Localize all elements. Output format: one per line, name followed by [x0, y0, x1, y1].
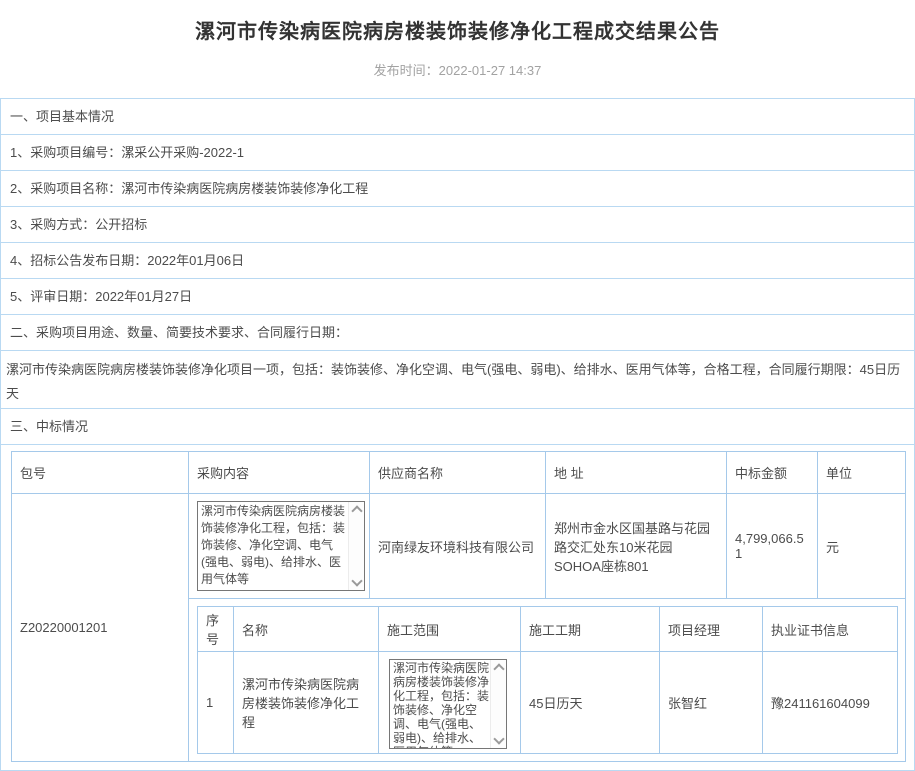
publish-time: 发布时间：2022-01-27 14:37	[0, 60, 915, 79]
field-project-number: 1、采购项目编号：漯采公开采购-2022-1	[1, 135, 914, 171]
col-header-address: 地 址	[546, 452, 727, 494]
col-header-package-no: 包号	[12, 452, 189, 494]
col-header-scope: 施工范围	[379, 607, 521, 652]
package-no-cell: Z20220001201	[12, 494, 189, 762]
col-header-unit: 单位	[818, 452, 906, 494]
construction-scope-textbox[interactable]: 漯河市传染病医院病房楼装饰装修净化工程，包括：装饰装修、净化空调、电气(强电、弱…	[389, 659, 507, 749]
scrollbar-up-icon[interactable]	[493, 663, 504, 674]
scrollbar-down-icon[interactable]	[351, 575, 362, 586]
col-header-manager: 项目经理	[660, 607, 763, 652]
field-purpose-description: 漯河市传染病医院病房楼装饰装修净化项目一项，包括：装饰装修、净化空调、电气(强电…	[1, 351, 914, 409]
field-review-date: 5、评审日期：2022年01月27日	[1, 279, 914, 315]
col-header-duration: 施工工期	[521, 607, 660, 652]
seq-cell: 1	[198, 652, 234, 754]
award-table: 包号 采购内容 供应商名称 地 址 中标金额 单位 Z20220001201 漯…	[11, 451, 906, 762]
col-header-seq: 序号	[198, 607, 234, 652]
address-cell: 郑州市金水区国基路与花园路交汇处东10米花园SOHOA座栋801	[546, 494, 727, 599]
construction-scope-cell: 漯河市传染病医院病房楼装饰装修净化工程，包括：装饰装修、净化空调、电气(强电、弱…	[379, 652, 521, 754]
section-heading-award: 三、中标情况	[1, 409, 914, 445]
license-cell: 豫241161604099	[763, 652, 898, 754]
section-heading-purpose: 二、采购项目用途、数量、简要技术要求、合同履行日期：	[1, 315, 914, 351]
amount-cell: 4,799,066.51	[727, 494, 818, 599]
procurement-content-text: 漯河市传染病医院病房楼装饰装修净化工程，包括：装饰装修、净化空调、电气(强电、弱…	[198, 502, 348, 590]
supplier-cell: 河南绿友环境科技有限公司	[370, 494, 546, 599]
manager-cell: 张智红	[660, 652, 763, 754]
page-title: 漯河市传染病医院病房楼装饰装修净化工程成交结果公告	[0, 0, 915, 44]
field-announcement-date: 4、招标公告发布日期：2022年01月06日	[1, 243, 914, 279]
scrollbar-down-icon[interactable]	[493, 733, 504, 744]
name-cell: 漯河市传染病医院病房楼装饰装修净化工程	[234, 652, 379, 754]
field-project-name: 2、采购项目名称：漯河市传染病医院病房楼装饰装修净化工程	[1, 171, 914, 207]
col-header-amount: 中标金额	[727, 452, 818, 494]
award-table-row: Z20220001201 漯河市传染病医院病房楼装饰装修净化工程，包括：装饰装修…	[12, 494, 906, 599]
scrollbar-up-icon[interactable]	[351, 505, 362, 516]
detail-table-cell: 序号 名称 施工范围 施工工期 项目经理 执业证书信息 1 漯河市传染病医院病房…	[189, 599, 906, 762]
announcement-body: 一、项目基本情况 1、采购项目编号：漯采公开采购-2022-1 2、采购项目名称…	[0, 98, 915, 771]
procurement-content-textbox[interactable]: 漯河市传染病医院病房楼装饰装修净化工程，包括：装饰装修、净化空调、电气(强电、弱…	[197, 501, 365, 591]
col-header-name: 名称	[234, 607, 379, 652]
col-header-content: 采购内容	[189, 452, 370, 494]
unit-cell: 元	[818, 494, 906, 599]
section-heading-basic-info: 一、项目基本情况	[1, 99, 914, 135]
construction-scope-text: 漯河市传染病医院病房楼装饰装修净化工程，包括：装饰装修、净化空调、电气(强电、弱…	[390, 660, 490, 748]
award-table-header-row: 包号 采购内容 供应商名称 地 址 中标金额 单位	[12, 452, 906, 494]
scrollbar-track[interactable]	[490, 660, 506, 748]
duration-cell: 45日历天	[521, 652, 660, 754]
procurement-content-cell: 漯河市传染病医院病房楼装饰装修净化工程，包括：装饰装修、净化空调、电气(强电、弱…	[189, 494, 370, 599]
col-header-supplier: 供应商名称	[370, 452, 546, 494]
scrollbar-track[interactable]	[348, 502, 364, 590]
detail-table-header-row: 序号 名称 施工范围 施工工期 项目经理 执业证书信息	[198, 607, 898, 652]
col-header-license: 执业证书信息	[763, 607, 898, 652]
detail-table: 序号 名称 施工范围 施工工期 项目经理 执业证书信息 1 漯河市传染病医院病房…	[197, 606, 898, 754]
detail-table-data-row: 1 漯河市传染病医院病房楼装饰装修净化工程 漯河市传染病医院病房楼装饰装修净化工…	[198, 652, 898, 754]
award-table-container: 包号 采购内容 供应商名称 地 址 中标金额 单位 Z20220001201 漯…	[1, 445, 914, 771]
field-procurement-method: 3、采购方式：公开招标	[1, 207, 914, 243]
